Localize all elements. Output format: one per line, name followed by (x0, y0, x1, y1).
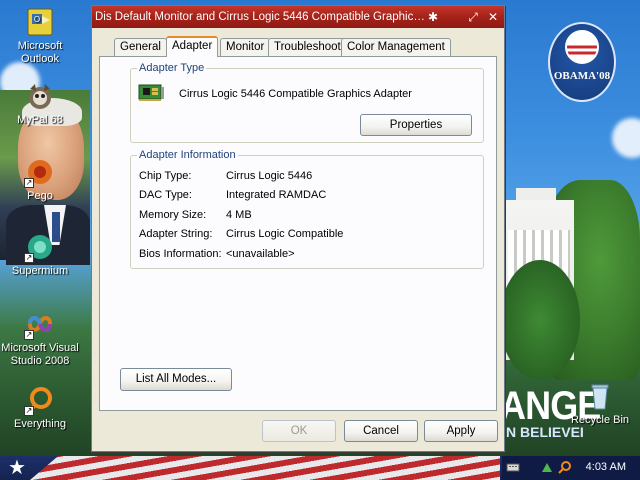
tab-general[interactable]: General (114, 38, 167, 56)
desktop-icon-label: Supermium (11, 265, 69, 277)
shortcut-arrow-icon: ↗ (24, 253, 34, 263)
tab-monitor[interactable]: Monitor (220, 38, 271, 56)
properties-button[interactable]: Properties (360, 114, 472, 136)
desktop-icon-label: MyPal 68 (17, 114, 63, 126)
graphics-card-icon (137, 83, 165, 103)
keyboard-icon[interactable] (506, 460, 520, 474)
close-icon[interactable]: ✕ (485, 9, 501, 25)
wallpaper-cloud (612, 118, 640, 158)
network-icon[interactable] (540, 460, 554, 474)
restore-icon[interactable]: ⤢ (465, 9, 481, 25)
recycle-bin-icon (584, 380, 616, 412)
list-all-modes-button[interactable]: List All Modes... (120, 368, 232, 391)
desktop-icon-mypal[interactable]: MyPal 68 (0, 80, 80, 127)
search-icon[interactable] (558, 460, 572, 474)
adapter-tab-panel: Adapter Type Cirrus Logic 5446 Compatibl… (99, 56, 497, 411)
pego-icon: ↗ (24, 156, 56, 188)
desktop-icon-label: Microsoft Outlook (17, 40, 63, 65)
supermium-icon: ↗ (24, 231, 56, 263)
tab-strip: General Adapter Monitor Troubleshoot Col… (100, 36, 500, 57)
adapter-type-group: Adapter Type Cirrus Logic 5446 Compatibl… (130, 62, 484, 143)
tab-adapter[interactable]: Adapter (166, 36, 219, 57)
info-value: Integrated RAMDAC (226, 189, 327, 201)
taskbar-flag-strip (30, 456, 500, 480)
cancel-button[interactable]: Cancel (344, 420, 418, 442)
info-key: Memory Size: (139, 209, 207, 221)
desktop-icon-visual-studio[interactable]: ↗ Microsoft Visual Studio 2008 (0, 308, 80, 368)
tab-color-management[interactable]: Color Management (341, 38, 451, 56)
desktop-icon-supermium[interactable]: ↗ Supermium (0, 231, 80, 278)
info-key: Bios Information: (139, 248, 222, 260)
desktop-icon-recycle-bin[interactable]: Recycle Bin (560, 380, 640, 427)
group-label: Adapter Information (137, 149, 238, 161)
info-key: DAC Type: (139, 189, 192, 201)
adapter-name: Cirrus Logic 5446 Compatible Graphics Ad… (179, 88, 412, 100)
taskbar: ★ 4:03 AM (0, 456, 640, 480)
svg-text:O: O (34, 15, 40, 24)
info-key: Adapter String: (139, 228, 213, 240)
everything-icon: ↗ (24, 384, 56, 416)
visual-studio-icon: ↗ (24, 308, 56, 340)
desktop-icon-pego[interactable]: ↗ Pego (0, 156, 80, 203)
system-tray: 4:03 AM (502, 456, 640, 480)
outlook-icon: O (24, 6, 56, 38)
obama-logo-icon (565, 30, 599, 64)
taskbar-clock[interactable]: 4:03 AM (586, 461, 626, 473)
desktop-icon-label: Pego (27, 190, 53, 202)
mypal-icon (24, 80, 56, 112)
desktop-icon-outlook[interactable]: O Microsoft Outlook (0, 6, 80, 66)
ok-button[interactable]: OK (262, 420, 336, 442)
info-value: <unavailable> (226, 248, 295, 260)
wallpaper-trees (500, 260, 580, 380)
obama-badge-text: OBAMA'08 (553, 70, 611, 82)
shortcut-arrow-icon: ↗ (24, 330, 34, 340)
adapter-information-group: Adapter Information Chip Type: Cirrus Lo… (130, 149, 484, 269)
info-value: Cirrus Logic Compatible (226, 228, 344, 240)
pin-icon[interactable]: ✱ (425, 9, 441, 25)
info-value: 4 MB (226, 209, 252, 221)
group-label: Adapter Type (137, 62, 207, 74)
display-properties-dialog: Dis Default Monitor and Cirrus Logic 544… (91, 5, 505, 452)
shortcut-arrow-icon: ↗ (24, 406, 34, 416)
tab-troubleshoot[interactable]: Troubleshoot (268, 38, 347, 56)
desktop-icon-label: Everything (14, 418, 66, 430)
shortcut-arrow-icon: ↗ (24, 178, 34, 188)
dialog-title: Dis Default Monitor and Cirrus Logic 544… (95, 11, 425, 23)
info-key: Chip Type: (139, 170, 192, 182)
desktop-icon-everything[interactable]: ↗ Everything (0, 384, 80, 431)
desktop-icon-label: Microsoft Visual Studio 2008 (1, 342, 79, 367)
desktop-icon-label: Recycle Bin (570, 414, 630, 426)
apply-button[interactable]: Apply (424, 420, 498, 442)
info-value: Cirrus Logic 5446 (226, 170, 313, 182)
dialog-title-bar[interactable]: Dis Default Monitor and Cirrus Logic 544… (92, 6, 504, 28)
star-icon[interactable]: ★ (6, 458, 28, 478)
